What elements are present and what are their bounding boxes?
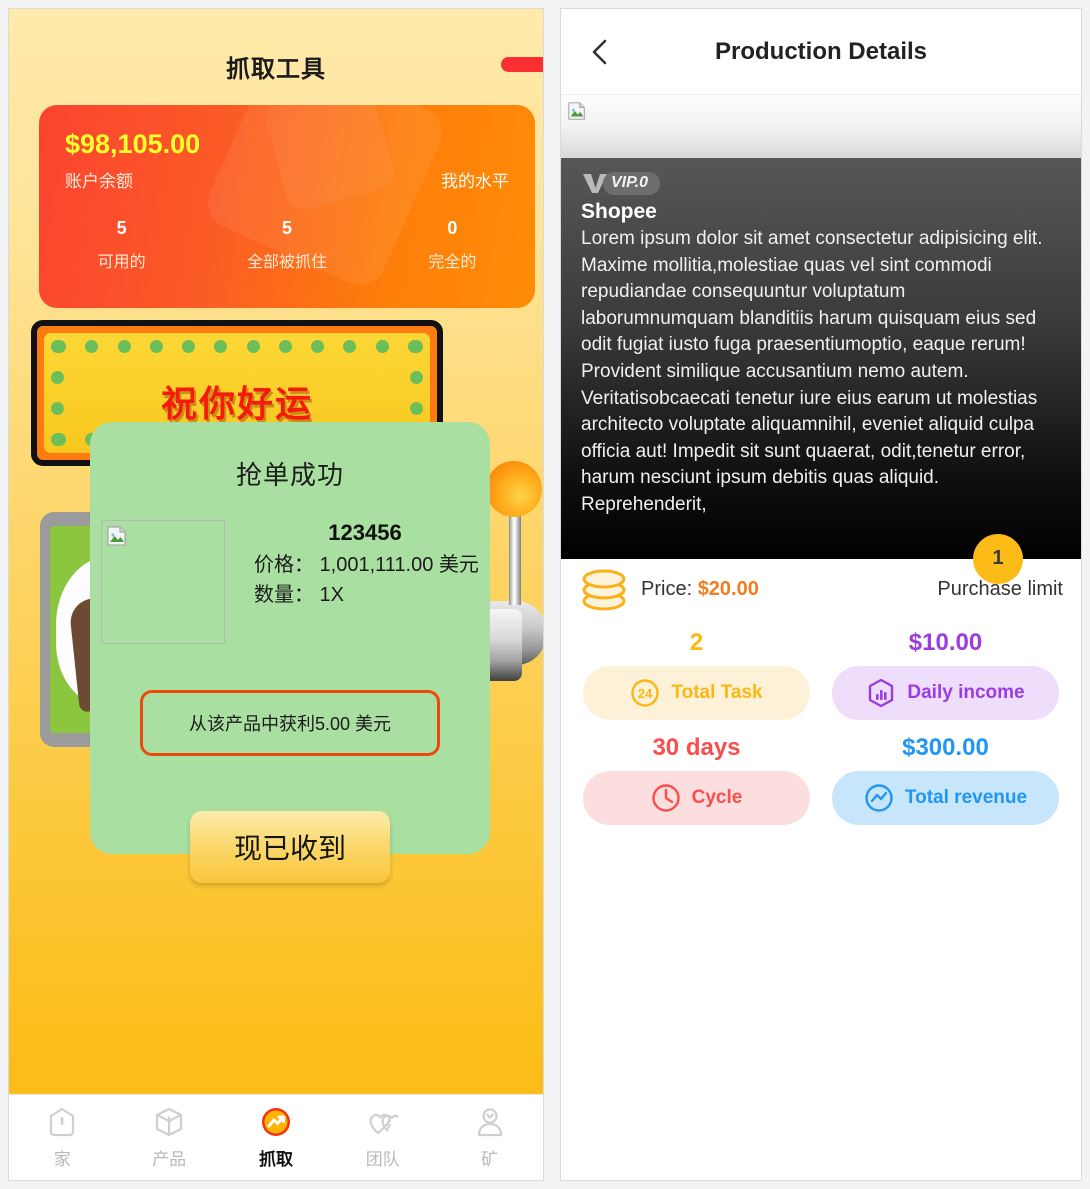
- vip-badge: VIP.0: [581, 170, 661, 196]
- task-24-icon: 24: [631, 678, 660, 707]
- stat-total-revenue-value: $300.00: [902, 733, 989, 761]
- bar-chart-hex-icon: [869, 678, 894, 707]
- stat-daily-income: $10.00 Daily income: [832, 629, 1059, 720]
- good-luck-text: 祝你好运: [160, 383, 313, 424]
- details-header: Production Details: [561, 9, 1081, 95]
- order-success-modal: 抢单成功 123456 价格： 1,001,111.00 美元 数量： 1X 从…: [90, 422, 490, 883]
- nav-item-mine[interactable]: 矿: [436, 1105, 543, 1170]
- purchase-limit-label: Purchase limit: [937, 578, 1063, 601]
- price-value: $20.00: [697, 578, 759, 601]
- red-accent-bar: [501, 57, 543, 72]
- nav-item-grab[interactable]: 抓取: [223, 1105, 330, 1170]
- balance-amount: $98,105.00: [65, 129, 201, 159]
- stat-cycle-label: Cycle: [691, 786, 743, 808]
- product-stats-grid: 2 24 Total Task $10.00 Daily income 30 d…: [561, 621, 1081, 825]
- product-description: Lorem ipsum dolor sit amet consectetur a…: [581, 228, 1043, 515]
- stat-total-revenue-pill[interactable]: Total revenue: [832, 770, 1059, 825]
- nav-label-mine: 矿: [481, 1150, 499, 1169]
- stat-available: 5 可用的: [39, 218, 204, 272]
- joystick-ball[interactable]: [486, 461, 542, 517]
- stat-cycle-pill[interactable]: Cycle: [583, 770, 810, 825]
- bottom-navigation: 家 产品 抓取 团队 矿: [9, 1094, 543, 1180]
- box-icon: [156, 1107, 183, 1137]
- nav-item-products[interactable]: 产品: [116, 1105, 223, 1170]
- stat-total-task-label: Total Task: [671, 681, 763, 703]
- stat-total-task-value: 2: [689, 628, 704, 656]
- stat-daily-income-label: Daily income: [907, 681, 1025, 703]
- stat-all-caught-label: 全部被抓住: [246, 254, 327, 271]
- nav-item-home[interactable]: 家: [9, 1105, 116, 1170]
- shop-name: Shopee: [581, 200, 657, 223]
- stat-total-task: 2 24 Total Task: [583, 629, 810, 720]
- stat-complete-label: 完全的: [428, 254, 477, 271]
- home-icon: [50, 1107, 75, 1137]
- modal-product-image-placeholder: [101, 520, 225, 644]
- stat-available-label: 可用的: [97, 254, 146, 271]
- trend-circle-icon: [865, 783, 893, 812]
- modal-body: 123456 价格： 1,001,111.00 美元 数量： 1X: [90, 520, 490, 644]
- joystick-control[interactable]: [472, 461, 543, 701]
- vip-level-text: VIP.0: [603, 171, 661, 195]
- price-label: Price:: [641, 578, 693, 601]
- chevron-left-icon[interactable]: [587, 37, 613, 67]
- modal-title: 抢单成功: [235, 460, 344, 490]
- production-details-panel: Production Details VIP.0 Shopee Lorem ip…: [560, 8, 1082, 1181]
- stat-daily-income-value: $10.00: [908, 628, 983, 656]
- received-button[interactable]: 现已收到: [190, 811, 390, 883]
- stat-total-revenue-label: Total revenue: [904, 786, 1028, 808]
- broken-image-icon: [107, 526, 126, 546]
- modal-product-code: 123456: [328, 520, 402, 545]
- stat-cycle: 30 days Cycle: [583, 734, 810, 825]
- nav-label-grab: 抓取: [258, 1150, 293, 1169]
- marquee-dots-top: [53, 340, 421, 353]
- balance-label: 账户余额: [65, 172, 133, 191]
- my-level-label[interactable]: 我的水平: [441, 167, 509, 192]
- grab-icon: [261, 1108, 290, 1136]
- nav-label-team: 团队: [365, 1150, 400, 1169]
- claw-game-panel: 抓取工具 $98,105.00 账户余额 我的水平 5 可用的 5 全部被抓住: [8, 8, 544, 1181]
- coin-stack-icon: [582, 569, 626, 611]
- modal-price-line: 价格： 1,001,111.00 美元: [254, 554, 479, 576]
- stat-available-value: 5: [116, 218, 127, 238]
- price-text: Price: $20.00: [641, 578, 759, 601]
- stat-complete: 0 完全的: [370, 218, 535, 272]
- stat-cycle-value: 30 days: [652, 733, 741, 761]
- nav-label-products: 产品: [152, 1150, 187, 1169]
- modal-product-info: 123456 价格： 1,001,111.00 美元 数量： 1X: [254, 520, 479, 610]
- nav-item-team[interactable]: 团队: [329, 1105, 436, 1170]
- stat-all-caught: 5 全部被抓住: [204, 218, 369, 272]
- modal-quantity-line: 数量： 1X: [254, 584, 345, 606]
- stat-total-task-pill[interactable]: 24 Total Task: [583, 665, 810, 720]
- claw-game-scroll: 抓取工具 $98,105.00 账户余额 我的水平 5 可用的 5 全部被抓住: [9, 9, 543, 1094]
- details-title: Production Details: [714, 37, 928, 65]
- stat-complete-value: 0: [447, 218, 458, 238]
- mine-user-icon: [477, 1108, 502, 1137]
- nav-label-home: 家: [53, 1150, 71, 1169]
- page-title: 抓取工具: [226, 56, 326, 83]
- clock-icon: [651, 783, 680, 812]
- details-description-block: VIP.0 Shopee Lorem ipsum dolor sit amet …: [561, 158, 1081, 584]
- svg-text:24: 24: [638, 686, 653, 701]
- broken-image-icon: [568, 102, 585, 120]
- app-root: 抓取工具 $98,105.00 账户余额 我的水平 5 可用的 5 全部被抓住: [0, 0, 1090, 1189]
- stat-daily-income-pill[interactable]: Daily income: [832, 665, 1059, 720]
- stat-total-revenue: $300.00 Total revenue: [832, 734, 1059, 825]
- price-row: Price: $20.00 Purchase limit: [561, 559, 1081, 621]
- team-heart-icon: [369, 1113, 399, 1135]
- joystick-stick: [509, 513, 521, 605]
- modal-profit-box: 从该产品中获利5.00 美元: [140, 690, 440, 756]
- details-banner-image: [561, 95, 1081, 158]
- stat-all-caught-value: 5: [281, 218, 292, 238]
- balance-card: $98,105.00 账户余额 我的水平 5 可用的 5 全部被抓住 0 完全的: [39, 105, 535, 308]
- balance-stats: 5 可用的 5 全部被抓住 0 完全的: [39, 218, 535, 272]
